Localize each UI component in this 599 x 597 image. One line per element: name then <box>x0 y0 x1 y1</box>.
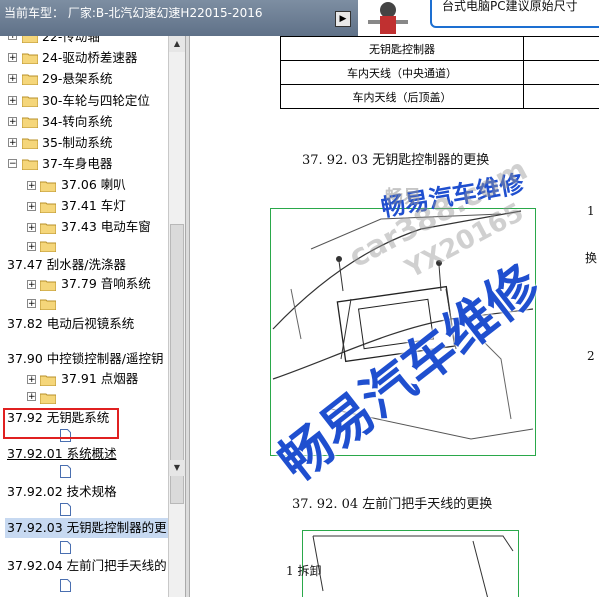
nav-arrow-button[interactable]: ▶ <box>335 11 351 27</box>
tree-item[interactable]: 37.92.02 技术规格 <box>7 482 117 502</box>
folder-icon <box>40 181 56 192</box>
open-folder-icon <box>22 159 38 170</box>
step-number: 1 <box>587 204 595 218</box>
step-label: 1 拆卸 <box>286 564 322 578</box>
tree-item[interactable]: 37.92.04 左前门把手天线的 <box>7 556 167 576</box>
folder-icon <box>40 375 56 386</box>
controller-diagram <box>272 210 534 440</box>
tree-item[interactable]: 30-车轮与四轮定位 <box>42 91 150 111</box>
tree-item[interactable]: 37-车身电器 <box>42 154 112 174</box>
expand-icon[interactable]: + <box>27 181 36 191</box>
expand-icon[interactable]: + <box>8 138 17 148</box>
table-cell: 无钥匙控制器 <box>280 36 524 61</box>
banner-text: 台式电脑PC建议原始尺寸 <box>442 0 578 13</box>
folder-icon <box>40 223 56 234</box>
tree-item[interactable]: 34-转向系统 <box>42 112 112 132</box>
document-icon <box>60 465 71 478</box>
current-model-title: 当前车型： 厂家:B-北汽幻速幻速H22015-2016 <box>4 6 263 20</box>
tree-item[interactable]: 37.79 音响系统 <box>61 274 151 294</box>
tree-item[interactable]: 24-驱动桥差速器 <box>42 48 137 68</box>
tree-item[interactable]: 37.90 中控锁控制器/遥控钥 <box>7 349 163 369</box>
highlight-box <box>3 408 119 439</box>
tree-item[interactable]: 37.82 电动后视镜系统 <box>7 314 134 334</box>
mechanic-mascot-icon <box>368 2 408 34</box>
document-viewer: 无钥匙控制器 车内天线（中央通道） 车内天线（后顶盖） 37. 92. 03 无… <box>190 36 599 597</box>
tree-item[interactable]: 37.06 喇叭 <box>61 175 126 195</box>
tree-item[interactable]: 37.47 刮水器/洗涤器 <box>7 255 126 275</box>
scroll-down-icon[interactable]: ▼ <box>169 460 185 476</box>
expand-icon[interactable]: + <box>27 223 36 233</box>
folder-icon <box>40 299 56 310</box>
document-icon <box>60 579 71 592</box>
scroll-up-icon[interactable]: ▲ <box>169 36 185 52</box>
expand-icon[interactable]: + <box>8 53 17 63</box>
expand-icon[interactable]: + <box>8 96 17 106</box>
figure-door-handle <box>302 530 519 597</box>
document-icon <box>60 541 71 554</box>
expand-icon[interactable]: + <box>27 392 36 402</box>
step-number: 2 <box>587 349 595 363</box>
section-title: 37. 92. 04 左前门把手天线的更换 <box>292 497 493 512</box>
expand-icon[interactable]: + <box>27 202 36 212</box>
folder-icon <box>22 117 38 128</box>
table-cell <box>523 84 599 109</box>
tree-item[interactable]: 37.43 电动车窗 <box>61 217 151 237</box>
tree-item[interactable]: 37.41 车灯 <box>61 196 126 216</box>
folder-icon <box>40 280 56 291</box>
table-cell: 车内天线（后顶盖） <box>280 84 524 109</box>
document-icon <box>60 503 71 516</box>
spec-table: 无钥匙控制器 车内天线（中央通道） 车内天线（后顶盖） <box>280 36 599 109</box>
catalog-tree[interactable]: + 22-传动轴 + 24-驱动桥差速器 + 29-悬架系统 + 30-车轮与四… <box>0 36 168 597</box>
step-text: 换 <box>585 251 598 265</box>
folder-icon <box>22 53 38 64</box>
folder-icon <box>22 36 38 43</box>
expand-icon[interactable]: + <box>8 117 17 127</box>
folder-icon <box>22 138 38 149</box>
tree-item[interactable]: 37.92.01 系统概述 <box>7 444 117 464</box>
handle-diagram <box>312 535 514 597</box>
collapse-icon[interactable]: − <box>8 159 17 169</box>
folder-icon <box>40 241 56 252</box>
table-cell <box>523 60 599 85</box>
table-cell <box>523 36 599 61</box>
tree-item-selected[interactable]: 37.92.03 无钥匙控制器的更 <box>5 518 168 538</box>
tree-item[interactable]: 35-制动系统 <box>42 133 112 153</box>
expand-icon[interactable]: + <box>27 299 36 309</box>
expand-icon[interactable]: + <box>27 375 36 385</box>
folder-icon <box>22 74 38 85</box>
tree-item[interactable]: 22-传动轴 <box>42 36 100 47</box>
tree-item[interactable]: 37.91 点烟器 <box>61 369 138 389</box>
folder-icon <box>40 202 56 213</box>
section-title: 37. 92. 03 无钥匙控制器的更换 <box>302 153 490 168</box>
title-bar: 当前车型： 厂家:B-北汽幻速幻速H22015-2016 ▶ <box>0 0 358 36</box>
folder-icon <box>22 96 38 107</box>
figure-keyless-controller <box>270 208 536 456</box>
tree-item[interactable]: 29-悬架系统 <box>42 69 112 89</box>
expand-icon[interactable]: + <box>27 280 36 290</box>
expand-icon[interactable]: + <box>8 36 17 41</box>
folder-icon <box>40 393 56 404</box>
table-cell: 车内天线（中央通道） <box>280 60 524 85</box>
expand-icon[interactable]: + <box>27 242 36 252</box>
watermark-grey: 畅易 <box>385 187 421 208</box>
ad-banner: 台式电脑PC建议原始尺寸 <box>358 0 599 36</box>
expand-icon[interactable]: + <box>8 74 17 84</box>
tree-scrollbar[interactable]: ▲ ▼ <box>168 36 185 597</box>
